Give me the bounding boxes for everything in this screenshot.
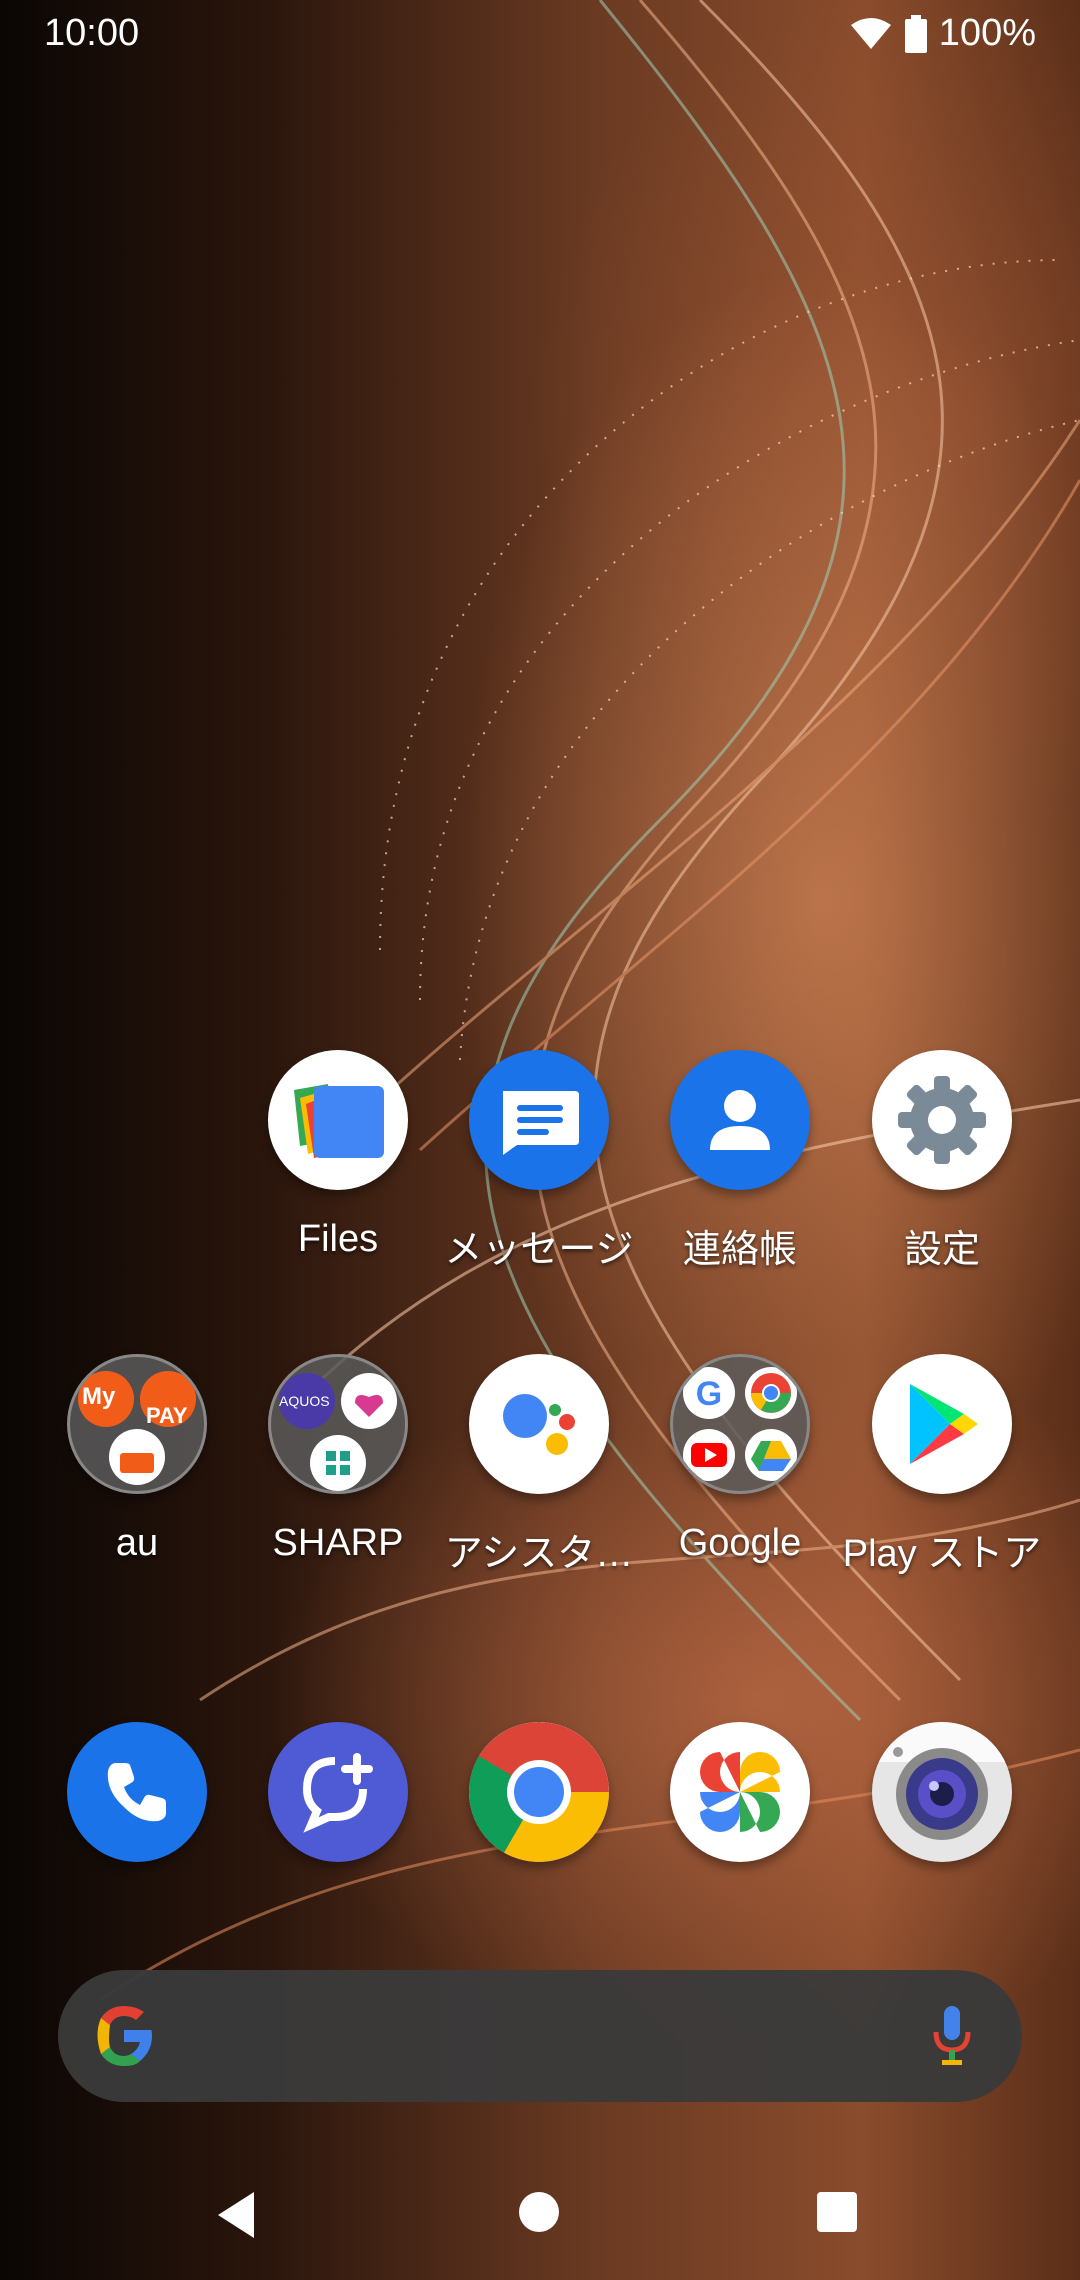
camera-icon bbox=[872, 1722, 1012, 1862]
photos-icon bbox=[670, 1722, 810, 1862]
app-label-play-store: Play ストア bbox=[842, 1533, 1042, 1575]
battery-icon bbox=[904, 14, 927, 53]
app-assistant[interactable]: アシスタ… bbox=[439, 1354, 639, 1577]
app-play-store[interactable]: Play ストア bbox=[842, 1354, 1042, 1577]
sharp-folder-icon: AQUOS bbox=[268, 1354, 408, 1494]
google-g-icon bbox=[97, 2006, 152, 2066]
home-icon[interactable] bbox=[519, 2192, 559, 2232]
app-label-au: au bbox=[115, 1522, 159, 1564]
app-label-messages: メッセージ bbox=[444, 1229, 634, 1271]
dock-camera[interactable] bbox=[842, 1722, 1042, 1862]
phone-icon bbox=[67, 1722, 207, 1862]
dock-photos[interactable] bbox=[640, 1722, 840, 1862]
app-label-files: Files bbox=[297, 1218, 379, 1260]
app-label-sharp: SHARP bbox=[272, 1522, 404, 1564]
google-folder-icon: G bbox=[670, 1354, 810, 1494]
battery-percentage: 100% bbox=[938, 12, 1036, 54]
app-label-google: Google bbox=[678, 1522, 802, 1564]
app-label-contacts: 連絡帳 bbox=[682, 1229, 797, 1271]
navigation-bar bbox=[0, 2150, 1080, 2280]
play-store-icon bbox=[872, 1354, 1012, 1494]
microphone-icon[interactable] bbox=[932, 2004, 972, 2068]
contacts-icon bbox=[670, 1050, 810, 1190]
au-pay-label: PAY bbox=[146, 1403, 188, 1428]
folder-google[interactable]: G Google bbox=[640, 1354, 840, 1565]
back-icon[interactable] bbox=[214, 2190, 258, 2240]
wifi-icon bbox=[850, 17, 891, 49]
messages-icon bbox=[469, 1050, 609, 1190]
files-icon bbox=[268, 1050, 408, 1190]
au-folder-icon: My PAY bbox=[67, 1354, 207, 1494]
app-settings[interactable]: 設定 bbox=[842, 1050, 1042, 1273]
app-messages[interactable]: メッセージ bbox=[439, 1050, 639, 1273]
app-label-assistant: アシスタ… bbox=[444, 1533, 634, 1575]
google-search-bar[interactable] bbox=[58, 1970, 1022, 2102]
dock-chrome[interactable] bbox=[439, 1722, 639, 1862]
status-clock: 10:00 bbox=[44, 12, 140, 54]
svg-text:G: G bbox=[696, 1375, 722, 1413]
app-contacts[interactable]: 連絡帳 bbox=[640, 1050, 840, 1273]
folder-au[interactable]: My PAY au bbox=[37, 1354, 237, 1565]
status-icons: 100% bbox=[849, 12, 1036, 55]
folder-sharp[interactable]: AQUOS SHARP bbox=[238, 1354, 438, 1565]
recents-icon[interactable] bbox=[817, 2192, 857, 2232]
sharp-aquos-label: AQUOS bbox=[279, 1393, 330, 1409]
au-my-label: My bbox=[82, 1383, 116, 1410]
chrome-icon bbox=[469, 1722, 609, 1862]
settings-icon bbox=[872, 1050, 1012, 1190]
status-bar: 10:00 100% bbox=[0, 0, 1080, 72]
plus-message-icon bbox=[268, 1722, 408, 1862]
app-files[interactable]: Files bbox=[238, 1050, 438, 1261]
assistant-icon bbox=[469, 1354, 609, 1494]
dock-phone[interactable] bbox=[37, 1722, 237, 1862]
app-label-settings: 設定 bbox=[903, 1229, 980, 1271]
dock-plus-message[interactable] bbox=[238, 1722, 438, 1862]
